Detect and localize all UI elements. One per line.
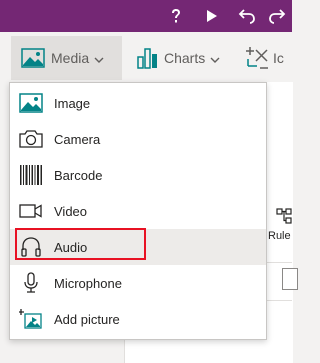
camera-icon (18, 126, 44, 152)
menu-item-label: Image (54, 95, 91, 111)
menu-item-label: Video (54, 203, 88, 219)
property-input[interactable] (282, 268, 298, 290)
menu-item-microphone[interactable]: Microphone (10, 265, 266, 301)
menu-item-label: Add picture (54, 311, 120, 327)
video-icon (18, 198, 44, 224)
menu-item-barcode[interactable]: Barcode (10, 157, 266, 193)
menu-item-label: Barcode (54, 167, 103, 183)
microphone-icon (18, 270, 44, 296)
help-icon[interactable] (166, 0, 186, 32)
rules-button[interactable]: Rule (268, 206, 298, 246)
media-dropdown-menu: Image Camera Barcode Video Audio Microph… (9, 82, 267, 340)
charts-menu-button[interactable]: Charts (132, 36, 232, 80)
charts-label: Charts (164, 50, 206, 66)
highlight-annotation (15, 228, 146, 260)
chevron-down-icon (210, 50, 220, 66)
icons-menu-button[interactable]: Ic (246, 36, 292, 80)
menu-item-add-picture[interactable]: Add picture (10, 301, 266, 337)
ribbon-toolbar: Media Charts Ic (0, 32, 292, 83)
rules-label: Rule (268, 230, 291, 242)
icons-label: Ic (273, 50, 284, 66)
rules-icon (276, 208, 292, 229)
title-bar (0, 0, 292, 32)
undo-icon[interactable] (236, 0, 258, 32)
image-icon (21, 48, 45, 68)
menu-item-label: Microphone (54, 275, 122, 291)
barcode-icon (18, 162, 44, 188)
menu-item-label: Camera (54, 131, 101, 147)
bar-chart-icon (136, 47, 158, 69)
menu-item-video[interactable]: Video (10, 193, 266, 229)
add-picture-icon (18, 306, 44, 332)
redo-icon[interactable] (266, 0, 288, 32)
play-icon[interactable] (202, 0, 222, 32)
media-menu-button[interactable]: Media (11, 36, 122, 80)
media-label: Media (51, 50, 90, 66)
image-icon (18, 90, 44, 116)
chevron-down-icon (94, 50, 104, 66)
add-icon-icon (246, 46, 270, 70)
menu-item-image[interactable]: Image (10, 85, 266, 121)
menu-item-camera[interactable]: Camera (10, 121, 266, 157)
